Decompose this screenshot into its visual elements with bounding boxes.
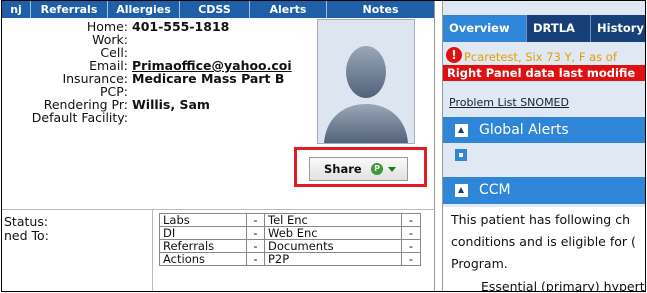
home-row: Home: 401-555-1818 [2, 20, 302, 34]
global-alerts-header[interactable]: Global Alerts [443, 117, 645, 143]
ccm-text-line: Program. [451, 256, 508, 271]
tab-referrals-label: Referrals [40, 3, 98, 16]
tab-nj-label: nj [10, 3, 22, 16]
tab-overview-label: Overview [449, 21, 510, 35]
tab-drtla[interactable]: DRTLA [527, 15, 591, 42]
facility-row: Default Facility: [2, 111, 302, 125]
share-button[interactable]: Share P [309, 157, 408, 181]
web-enc-link[interactable]: Web Enc [264, 226, 402, 240]
global-alerts-title: Global Alerts [479, 122, 569, 138]
p2p-count: - [401, 252, 421, 266]
avatar-icon [318, 20, 414, 143]
status-block: Status: ned To: [4, 215, 49, 243]
ccm-title: CCM [479, 182, 511, 198]
home-phone: 401-555-1818 [132, 19, 230, 34]
patient-alert: ! Pcaretest, Six 73 Y, F as of [446, 47, 645, 64]
share-highlight: Share P [294, 147, 427, 187]
documents-link[interactable]: Documents [264, 239, 402, 253]
p2p-link[interactable]: P2P [264, 252, 402, 266]
labs-link[interactable]: Labs [159, 213, 247, 227]
assigned-label: ned To: [4, 228, 49, 243]
facility-label: Default Facility: [31, 110, 128, 125]
ccm-text-line: This patient has following ch [451, 212, 631, 227]
quick-links-table: Labs - Tel Enc - DI - Web Enc - Referral… [159, 213, 421, 266]
section-divider [2, 209, 434, 210]
ccm-text-line: conditions and is eligible for ( [451, 234, 636, 249]
collapse-icon [455, 124, 468, 137]
di-count: - [246, 226, 265, 240]
portal-badge-icon: P [371, 163, 383, 175]
left-tab-bar: nj Referrals Allergies CDSS Alerts Notes [2, 1, 434, 18]
patient-alert-text: Pcaretest, Six 73 Y, F as of [464, 50, 617, 64]
table-row: Labs - Tel Enc - [159, 213, 421, 227]
tab-cdss[interactable]: CDSS [180, 1, 250, 18]
problem-list-link[interactable]: Problem List SNOMED [449, 96, 569, 109]
ccm-text-line: Essential (primary) hypert [481, 279, 645, 292]
pane-splitter[interactable] [434, 1, 443, 291]
status-divider [152, 209, 153, 291]
exclamation-icon: ! [446, 47, 462, 63]
tab-alerts-label: Alerts [269, 3, 307, 16]
patient-demographics-pane: nj Referrals Allergies CDSS Alerts Notes… [2, 1, 434, 291]
chevron-down-icon [388, 167, 396, 172]
insurance-value: Medicare Mass Part B [132, 71, 285, 86]
referrals-link[interactable]: Referrals [159, 239, 247, 253]
actions-count: - [246, 252, 265, 266]
actions-link[interactable]: Actions [159, 252, 247, 266]
insurance-row: Insurance: Medicare Mass Part B [2, 72, 302, 86]
rendering-provider: Willis, Sam [132, 97, 210, 112]
tab-cdss-label: CDSS [198, 3, 231, 16]
tab-history[interactable]: History [591, 15, 645, 42]
documents-count: - [401, 239, 421, 253]
tab-allergies[interactable]: Allergies [108, 1, 180, 18]
work-row: Work: [2, 33, 302, 47]
expand-icon[interactable] [455, 149, 467, 161]
table-row: Referrals - Documents - [159, 239, 421, 253]
tab-history-label: History [597, 21, 644, 35]
ccm-body: This patient has following ch conditions… [443, 207, 645, 292]
tab-notes-label: Notes [362, 3, 399, 16]
patient-photo[interactable] [317, 19, 415, 144]
referrals-count: - [246, 239, 265, 253]
app-window: nj Referrals Allergies CDSS Alerts Notes… [1, 0, 646, 292]
di-link[interactable]: DI [159, 226, 247, 240]
share-label: Share [324, 162, 362, 176]
table-row: Actions - P2P - [159, 252, 421, 266]
tel-enc-link[interactable]: Tel Enc [264, 213, 402, 227]
tab-drtla-label: DRTLA [533, 21, 575, 35]
labs-count: - [246, 213, 265, 227]
right-panel: Overview DRTLA History ! Pcaretest, Six … [443, 1, 645, 292]
tel-enc-count: - [401, 213, 421, 227]
ccm-header[interactable]: CCM [443, 177, 645, 204]
collapse-icon [455, 184, 468, 197]
last-modified-banner: Right Panel data last modifie [443, 65, 645, 81]
tab-overview[interactable]: Overview [443, 15, 527, 42]
status-label: Status: [4, 214, 49, 229]
tab-nj[interactable]: nj [2, 1, 31, 18]
web-enc-count: - [401, 226, 421, 240]
tab-notes[interactable]: Notes [327, 1, 434, 18]
table-row: DI - Web Enc - [159, 226, 421, 240]
tab-referrals[interactable]: Referrals [31, 1, 108, 18]
right-tab-bar: Overview DRTLA History [443, 15, 645, 42]
tab-allergies-label: Allergies [116, 3, 171, 16]
tab-alerts[interactable]: Alerts [250, 1, 327, 18]
